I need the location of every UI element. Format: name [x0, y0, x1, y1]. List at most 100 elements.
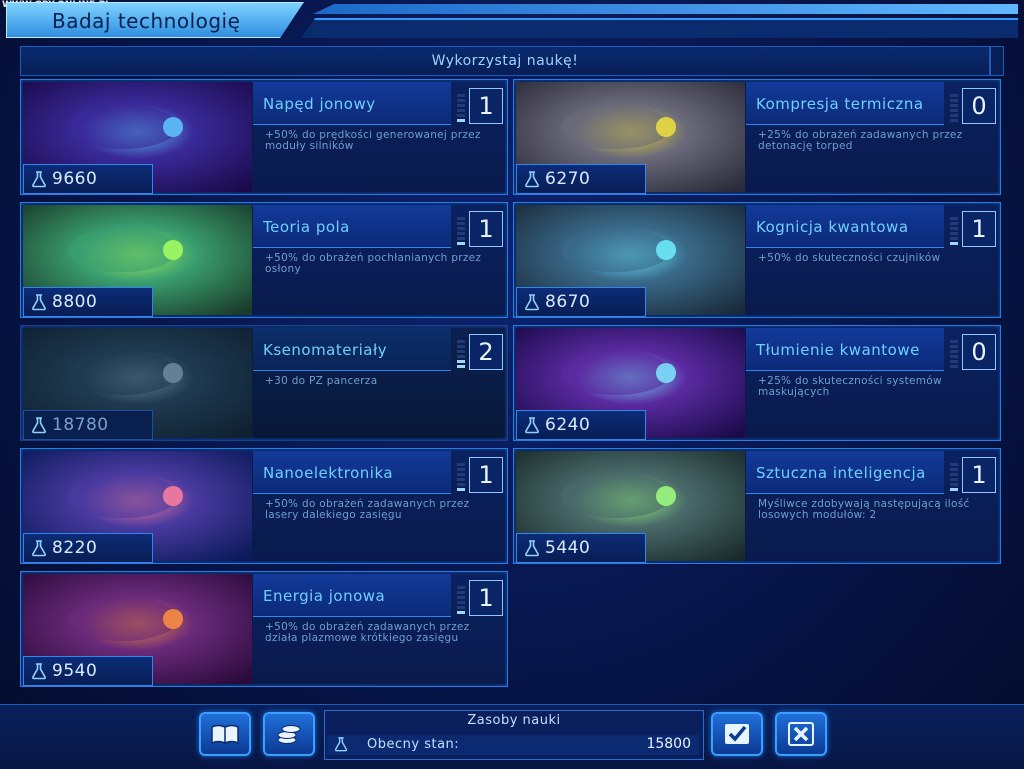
- tech-cost: 8220: [52, 538, 98, 558]
- tech-info: Sztuczna inteligencja 1 Myśliwce zdobywają…: [746, 451, 998, 561]
- tech-card[interactable]: 8800 Teoria pola 1 +50% do obrażeń pochłani…: [20, 202, 508, 318]
- book-button[interactable]: [199, 712, 251, 756]
- level-pip: [950, 217, 958, 220]
- tech-level: 0: [962, 88, 996, 124]
- tech-name-bar: Energia jonowa: [253, 574, 451, 617]
- flask-icon: [525, 540, 539, 557]
- tech-level: 1: [469, 457, 503, 493]
- tech-cost: 6270: [545, 169, 591, 189]
- flask-icon: [32, 417, 46, 434]
- tech-cost: 8670: [545, 292, 591, 312]
- page-title: Badaj technologię: [52, 9, 241, 33]
- tech-description: Myśliwce zdobywają następującą ilość los…: [758, 498, 970, 521]
- tech-card[interactable]: 18780 Ksenomateriały 2 +30 do PZ pancerza: [20, 325, 508, 441]
- title-stripe-decoration-lower: [301, 18, 1018, 38]
- flask-icon: [32, 540, 46, 557]
- tech-name-bar: Kompresja termiczna: [746, 82, 944, 125]
- level-pip: [950, 232, 958, 235]
- flask-icon: [32, 663, 46, 680]
- level-pip: [950, 355, 958, 358]
- tech-card[interactable]: 6240 Tłumienie kwantowe 0 +25% do skuteczno…: [513, 325, 1001, 441]
- tech-info: Napęd jonowy 1 +50% do prędkości generowan…: [253, 82, 505, 192]
- tech-description: +25% do skuteczności systemów maskującyc…: [758, 375, 942, 398]
- title-bar: Badaj technologię: [6, 2, 304, 38]
- level-pip: [457, 345, 465, 348]
- level-pip: [457, 596, 465, 599]
- level-meter: [950, 463, 958, 491]
- level-pip: [950, 468, 958, 471]
- level-pip: [457, 586, 465, 589]
- level-pip: [457, 483, 465, 486]
- flask-icon: [525, 417, 539, 434]
- tech-info: Energia jonowa 1 +50% do obrażeń zadawanyc…: [253, 574, 505, 684]
- cost-tag: 8220: [23, 533, 153, 563]
- tech-cost: 5440: [545, 538, 591, 558]
- level-pip: [457, 473, 465, 476]
- tech-name: Energia jonowa: [263, 586, 386, 605]
- level-pip: [950, 99, 958, 102]
- level-pip: [457, 355, 465, 358]
- level-pip: [457, 591, 465, 594]
- tech-name-bar: Ksenomateriały: [253, 328, 451, 371]
- flask-icon: [32, 171, 46, 188]
- level-pip: [457, 601, 465, 604]
- tech-cost: 9540: [52, 661, 98, 681]
- tech-description: +50% do obrażeń zadawanych przez działa …: [265, 621, 470, 644]
- level-pip: [457, 611, 465, 614]
- tech-name-bar: Napęd jonowy: [253, 82, 451, 125]
- checkmark-icon: [725, 724, 749, 744]
- resources-row: Obecny stan: 15800: [327, 735, 699, 755]
- tech-card[interactable]: 8220 Nanoelektronika 1 +50% do obrażeń zada…: [20, 448, 508, 564]
- tech-card[interactable]: 9660 Napęd jonowy 1 +50% do prędkości gener…: [20, 79, 508, 195]
- tech-level: 1: [469, 580, 503, 616]
- tech-card[interactable]: 9540 Energia jonowa 1 +50% do obrażeń zadaw…: [20, 571, 508, 687]
- book-icon: [211, 724, 239, 745]
- close-icon: [788, 722, 814, 746]
- tech-info: Kognicja kwantowa 1 +50% do skuteczności c…: [746, 205, 998, 315]
- level-meter: [950, 340, 958, 368]
- level-pip: [457, 468, 465, 471]
- flask-icon: [32, 294, 46, 311]
- level-pip: [457, 222, 465, 225]
- tech-name-bar: Tłumienie kwantowe: [746, 328, 944, 371]
- level-pip: [950, 242, 958, 245]
- level-pip: [457, 340, 465, 343]
- level-pip: [950, 104, 958, 107]
- level-pip: [950, 109, 958, 112]
- level-pip: [457, 478, 465, 481]
- subheader: Wykorzystaj naukę!: [20, 46, 990, 76]
- flask-icon: [525, 294, 539, 311]
- level-pip: [457, 350, 465, 353]
- level-pip: [950, 94, 958, 97]
- level-pip: [457, 242, 465, 245]
- level-pip: [457, 109, 465, 112]
- cancel-button[interactable]: [775, 712, 827, 756]
- tech-card[interactable]: 8670 Kognicja kwantowa 1 +50% do skutecznoś…: [513, 202, 1001, 318]
- coins-button[interactable]: [263, 712, 315, 756]
- subheader-text: Wykorzystaj naukę!: [431, 53, 579, 69]
- level-pip: [457, 463, 465, 466]
- subheader-cap: [990, 46, 1004, 76]
- tech-card[interactable]: 6270 Kompresja termiczna 0 +25% do obrażeń …: [513, 79, 1001, 195]
- tech-name-bar: Nanoelektronika: [253, 451, 451, 494]
- level-pip: [950, 345, 958, 348]
- science-resources-panel: Zasoby nauki Obecny stan: 15800: [324, 710, 704, 760]
- level-pip: [457, 232, 465, 235]
- level-pip: [457, 94, 465, 97]
- level-pip: [457, 606, 465, 609]
- level-pip: [950, 473, 958, 476]
- cost-tag: 8670: [516, 287, 646, 317]
- tech-card[interactable]: 5440 Sztuczna inteligencja 1 Myśliwce zdoby…: [513, 448, 1001, 564]
- cost-tag: 6270: [516, 164, 646, 194]
- cost-tag: 9540: [23, 656, 153, 686]
- tech-cost: 18780: [52, 415, 109, 435]
- level-pip: [950, 488, 958, 491]
- level-pip: [950, 478, 958, 481]
- tech-description: +50% do obrażeń zadawanych przez lasery …: [265, 498, 470, 521]
- resources-title: Zasoby nauki: [467, 713, 561, 728]
- confirm-button[interactable]: [711, 712, 763, 756]
- tech-level: 1: [962, 211, 996, 247]
- level-pip: [950, 483, 958, 486]
- level-pip: [457, 365, 465, 368]
- level-pip: [950, 463, 958, 466]
